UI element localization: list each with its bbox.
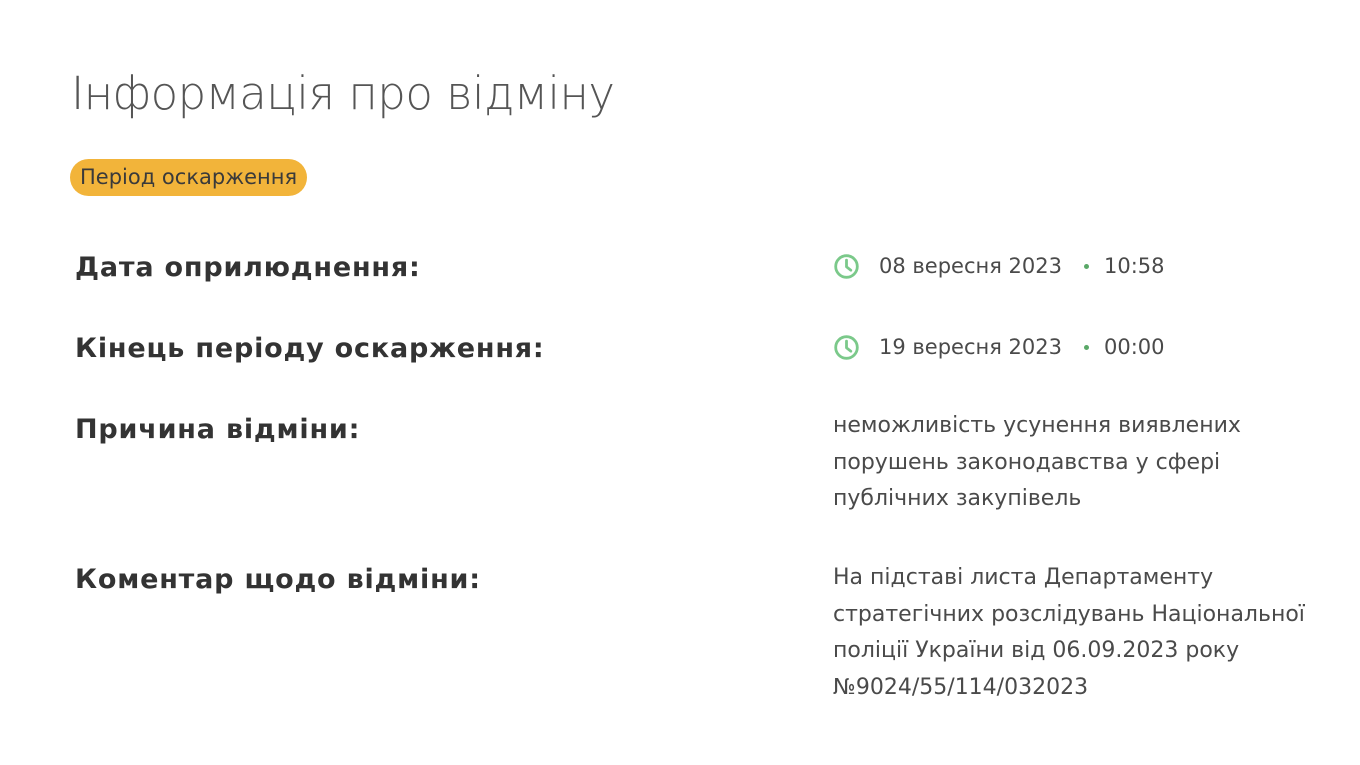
publication-date-text: 08 вересня 2023 (879, 254, 1062, 278)
appeal-period-end-time-text: 00:00 (1103, 335, 1165, 359)
publication-date-value: 08 вересня 2023 10:58 (833, 251, 1165, 281)
appeal-period-end-date-text: 19 вересня 2023 (879, 335, 1062, 359)
publication-date-label: Дата оприлюднення: (75, 252, 421, 283)
separator-dot (1083, 263, 1089, 269)
separator-dot (1083, 344, 1089, 350)
page-title: Інформація про відміну (71, 67, 615, 120)
cancellation-comment-value: На підставі листа Департаменту стратегіч… (833, 565, 1305, 700)
status-badge: Період оскарження (70, 159, 308, 196)
cancellation-reason-value: неможливість усунення виявлених порушень… (833, 413, 1241, 511)
appeal-period-end-value: 19 вересня 2023 00:00 (833, 332, 1165, 362)
publication-time-text: 10:58 (1103, 254, 1165, 278)
clock-icon (833, 253, 860, 280)
clock-icon (833, 334, 860, 361)
cancellation-reason-label: Причина відміни: (75, 414, 361, 445)
appeal-period-end-label: Кінець періоду оскарження: (75, 333, 545, 364)
cancellation-comment-label: Коментар щодо відміни: (75, 564, 481, 595)
